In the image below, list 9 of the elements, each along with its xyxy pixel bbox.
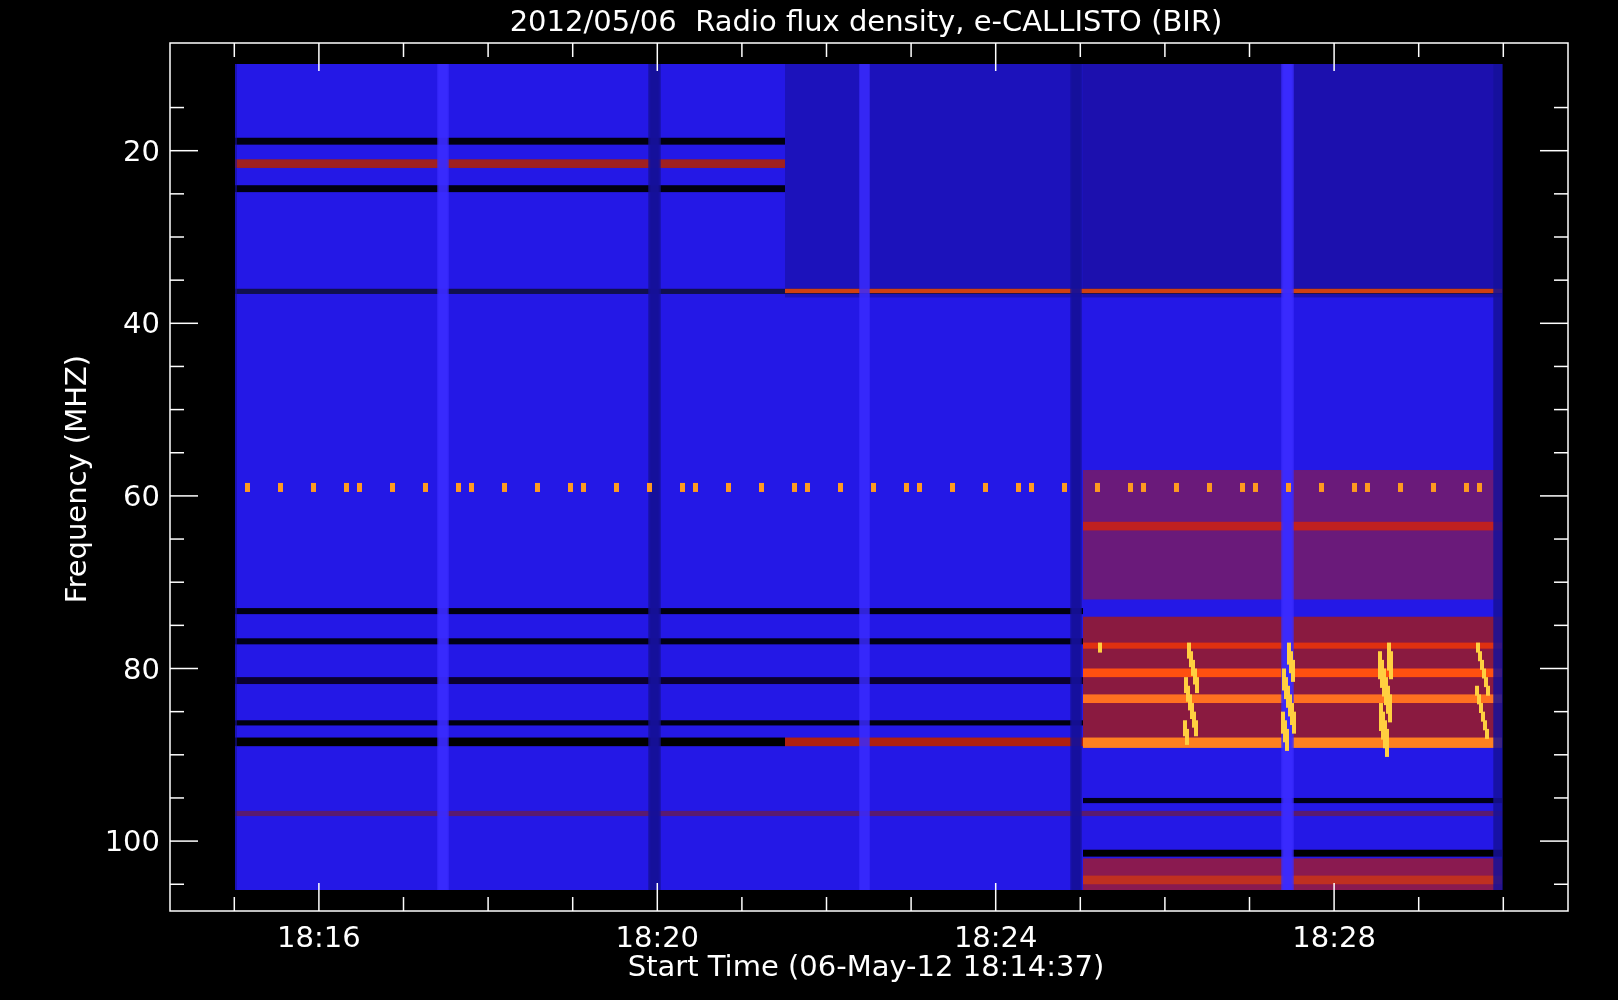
y-axis-label: Frequency (MHZ)	[59, 354, 93, 604]
y-tick-label: 80	[123, 651, 160, 686]
x-tick-label: 18:28	[1292, 920, 1376, 954]
y-tick-label: 20	[123, 133, 160, 168]
chart-title: 2012/05/06 Radio flux density, e-CALLISTO (BIR)	[509, 4, 1223, 38]
y-tick-label: 40	[123, 306, 160, 341]
x-tick-label: 18:16	[277, 920, 361, 954]
y-tick-label: 60	[123, 478, 160, 513]
y-tick-label: 100	[104, 824, 160, 859]
